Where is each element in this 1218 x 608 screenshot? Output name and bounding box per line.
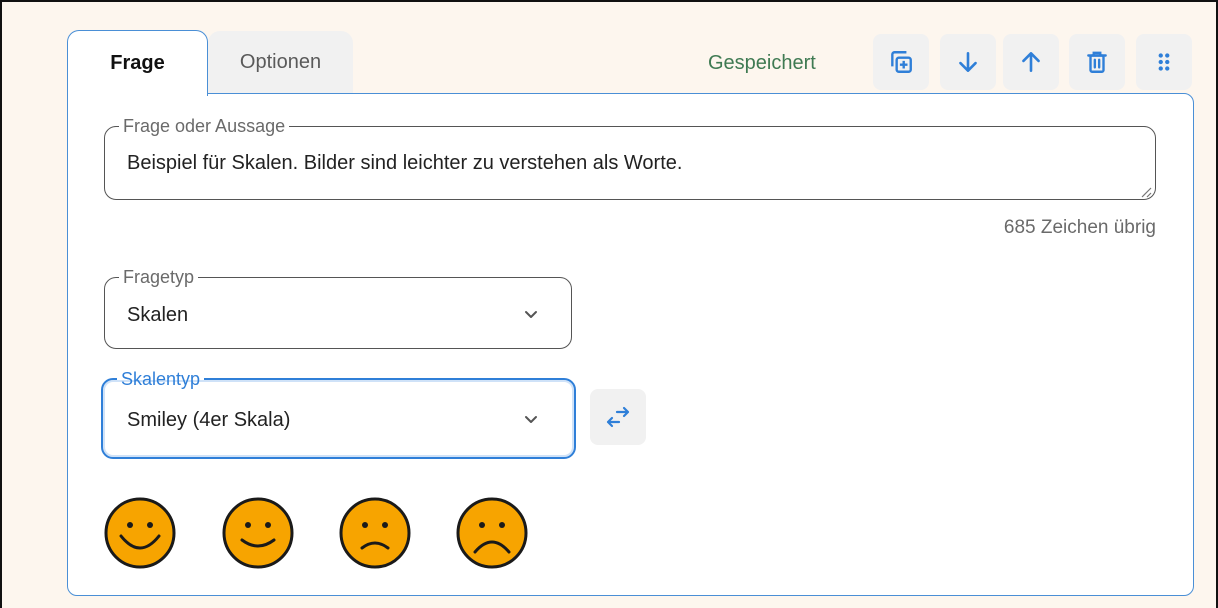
duplicate-icon — [891, 51, 912, 73]
swap-scale-button[interactable] — [590, 389, 646, 445]
scale-type-value[interactable]: Smiley (4er Skala) — [127, 409, 290, 432]
very-sad-face-icon[interactable] — [455, 496, 529, 570]
chevron-down-icon[interactable] — [522, 414, 540, 426]
arrow-up-icon — [1022, 52, 1040, 72]
question-type-label: Fragetyp — [123, 267, 195, 287]
resize-handle-icon[interactable] — [1140, 186, 1152, 198]
trash-icon — [1087, 51, 1107, 73]
tab-frage[interactable]: Frage — [67, 30, 208, 96]
chevron-down-icon[interactable] — [522, 309, 540, 321]
drag-handle-button[interactable] — [1136, 34, 1192, 90]
question-label: Frage oder Aussage — [123, 116, 286, 136]
char-counter: 685 Zeichen übrig — [1003, 217, 1156, 238]
swap-arrows-icon — [606, 406, 630, 428]
duplicate-button[interactable] — [873, 34, 929, 90]
move-up-button[interactable] — [1003, 34, 1059, 90]
arrow-down-icon — [959, 52, 977, 72]
question-type-value[interactable]: Skalen — [127, 304, 188, 327]
delete-button[interactable] — [1069, 34, 1125, 90]
happy-face-icon[interactable] — [221, 496, 295, 570]
scale-type-label: Skalentyp — [121, 369, 201, 389]
drag-handle-icon — [1158, 53, 1170, 71]
sad-face-icon[interactable] — [338, 496, 412, 570]
tab-optionen[interactable]: Optionen — [208, 31, 353, 93]
very-happy-face-icon[interactable] — [103, 496, 177, 570]
saved-status: Gespeichert — [708, 52, 816, 74]
move-down-button[interactable] — [940, 34, 996, 90]
question-text[interactable]: Beispiel für Skalen. Bilder sind leichte… — [127, 152, 682, 175]
